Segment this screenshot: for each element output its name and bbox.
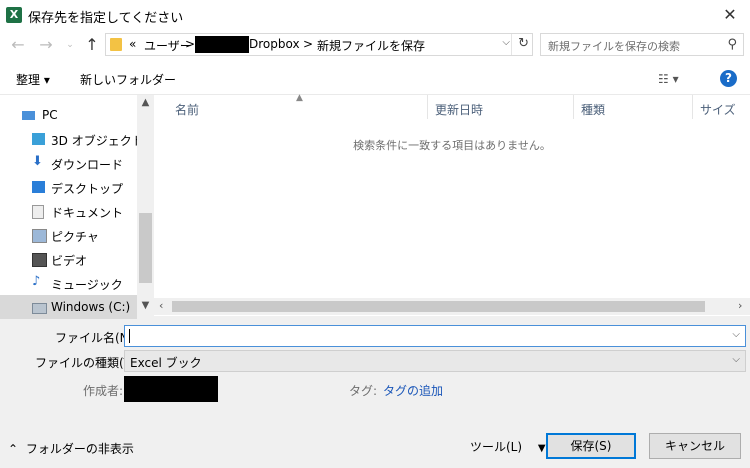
search-placeholder: 新規ファイルを保存の検索 bbox=[548, 40, 680, 53]
breadcrumb-separator[interactable]: > bbox=[303, 37, 313, 51]
scroll-left-icon[interactable]: ‹ bbox=[159, 299, 163, 312]
save-button[interactable]: 保存(S) bbox=[546, 433, 636, 459]
sort-ascending-icon: ▲ bbox=[296, 93, 303, 103]
sidebar-item-label: ドキュメント bbox=[51, 206, 124, 220]
close-button[interactable]: ✕ bbox=[710, 0, 750, 30]
breadcrumb-separator[interactable]: > bbox=[185, 37, 195, 51]
sidebar-item-windows-c[interactable]: Windows (C:) bbox=[0, 295, 137, 319]
folder-icon bbox=[110, 38, 122, 51]
sidebar-item-label: Windows (C:) bbox=[51, 300, 131, 314]
sidebar-item-label: ピクチャ bbox=[51, 230, 99, 244]
help-icon[interactable]: ? bbox=[720, 70, 737, 87]
view-options-icon[interactable]: ☷ ▾ bbox=[658, 72, 679, 86]
add-tag-link[interactable]: タグの追加 bbox=[383, 382, 443, 399]
pc-icon bbox=[22, 111, 35, 120]
navigation-pane: PC 3D オブジェクト ⬇ ダウンロード デスクトップ ドキュメント ピクチャ… bbox=[0, 95, 154, 319]
excel-icon: X bbox=[6, 7, 22, 23]
sidebar-item-label: ビデオ bbox=[51, 254, 88, 268]
column-header-type[interactable]: 種類 bbox=[581, 101, 605, 118]
file-list-pane: ▲ 名前 更新日時 種類 サイズ 検索条件に一致する項目はありません。 ‹ › bbox=[154, 93, 750, 316]
desktop-icon bbox=[32, 181, 45, 193]
up-arrow-icon[interactable]: ↑ bbox=[82, 35, 102, 55]
tools-label: ツール(L) bbox=[470, 440, 523, 454]
scroll-down-icon[interactable]: ▼ bbox=[137, 300, 154, 311]
tags-label: タグ: bbox=[349, 384, 378, 398]
scrollbar-thumb[interactable] bbox=[139, 213, 152, 283]
sidebar-item-3d-objects[interactable]: 3D オブジェクト bbox=[0, 127, 144, 151]
sidebar-item-documents[interactable]: ドキュメント bbox=[0, 199, 137, 223]
new-folder-button[interactable]: 新しいフォルダー bbox=[80, 71, 176, 88]
sidebar-item-videos[interactable]: ビデオ bbox=[0, 247, 137, 271]
sidebar-item-label: ミュージック bbox=[51, 278, 123, 292]
sidebar-item-desktop[interactable]: デスクトップ bbox=[0, 175, 137, 199]
search-input[interactable]: 新規ファイルを保存の検索 ⚲ bbox=[540, 33, 744, 56]
column-divider[interactable] bbox=[427, 95, 428, 119]
forward-arrow-icon[interactable]: → bbox=[36, 35, 56, 55]
chevron-up-icon: ⌃ bbox=[8, 442, 19, 456]
address-dropdown-icon[interactable]: ⌵ bbox=[502, 37, 510, 48]
organize-button[interactable]: 整理 ▾ bbox=[16, 71, 50, 88]
window-title: 保存先を指定してください bbox=[28, 11, 184, 26]
column-header-size[interactable]: サイズ bbox=[700, 101, 736, 118]
column-header-modified[interactable]: 更新日時 bbox=[435, 101, 483, 118]
horizontal-scrollbar[interactable]: ‹ › bbox=[154, 298, 750, 315]
column-divider[interactable] bbox=[692, 95, 693, 119]
recent-locations-chevron-icon[interactable]: ⌄ bbox=[60, 35, 80, 55]
breadcrumb-current-folder[interactable]: 新規ファイルを保存 bbox=[317, 37, 425, 54]
scroll-right-icon[interactable]: › bbox=[738, 299, 742, 312]
sidebar-item-label: デスクトップ bbox=[51, 182, 124, 196]
scroll-up-icon[interactable]: ▲ bbox=[137, 97, 154, 108]
music-icon: ♪ bbox=[32, 274, 41, 289]
tools-button[interactable]: ツール(L) ▼ bbox=[470, 438, 546, 455]
filetype-select[interactable]: Excel ブック ⌵ bbox=[124, 350, 746, 372]
refresh-icon[interactable]: ↻ bbox=[518, 36, 529, 51]
address-bar[interactable]: « ユーザー > Dropbox > 新規ファイルを保存 ⌵ ↻ bbox=[105, 33, 533, 56]
sidebar-item-label: PC bbox=[42, 108, 58, 122]
author-label: 作成者: bbox=[83, 384, 124, 398]
sidebar-item-label: 3D オブジェクト bbox=[51, 134, 144, 148]
breadcrumb-overflow[interactable]: « bbox=[129, 37, 136, 51]
hide-folders-label: フォルダーの非表示 bbox=[25, 442, 134, 456]
sidebar-scrollbar[interactable]: ▲ ▼ bbox=[137, 95, 154, 316]
back-arrow-icon[interactable]: ← bbox=[8, 35, 28, 55]
search-icon[interactable]: ⚲ bbox=[727, 37, 737, 52]
video-icon bbox=[32, 253, 47, 267]
download-icon: ⬇ bbox=[32, 154, 43, 169]
breadcrumb-dropbox[interactable]: Dropbox bbox=[249, 37, 300, 51]
column-header-name[interactable]: 名前 bbox=[175, 101, 199, 118]
title-bar: X 保存先を指定してください ✕ bbox=[0, 0, 750, 30]
sidebar-item-pictures[interactable]: ピクチャ bbox=[0, 223, 137, 247]
picture-icon bbox=[32, 229, 47, 243]
text-caret bbox=[129, 329, 130, 343]
filename-field[interactable]: ⌵ bbox=[124, 325, 746, 348]
drive-icon bbox=[32, 303, 47, 314]
sidebar-item-music[interactable]: ♪ ミュージック bbox=[0, 271, 137, 295]
scrollbar-thumb[interactable] bbox=[172, 301, 705, 312]
cube-icon bbox=[32, 133, 45, 145]
command-toolbar: 整理 ▾ 新しいフォルダー ☷ ▾ ? bbox=[0, 62, 750, 95]
redacted-author[interactable] bbox=[124, 376, 218, 402]
chevron-down-icon[interactable]: ⌵ bbox=[732, 354, 740, 365]
tools-dropdown-icon: ▼ bbox=[537, 443, 546, 454]
filename-input[interactable] bbox=[125, 326, 731, 348]
address-divider bbox=[511, 34, 512, 55]
sidebar-item-pc[interactable]: PC bbox=[0, 103, 137, 127]
document-icon bbox=[32, 205, 44, 219]
sidebar-item-label: ダウンロード bbox=[51, 158, 124, 172]
empty-message: 検索条件に一致する項目はありません。 bbox=[353, 139, 551, 152]
column-divider[interactable] bbox=[573, 95, 574, 119]
filetype-value: Excel ブック bbox=[130, 356, 202, 370]
chevron-down-icon[interactable]: ⌵ bbox=[732, 329, 740, 340]
redacted-username bbox=[195, 36, 249, 53]
cancel-button[interactable]: キャンセル bbox=[649, 433, 741, 459]
sidebar-item-downloads[interactable]: ⬇ ダウンロード bbox=[0, 151, 137, 175]
hide-folders-button[interactable]: ⌃ フォルダーの非表示 bbox=[8, 440, 134, 457]
